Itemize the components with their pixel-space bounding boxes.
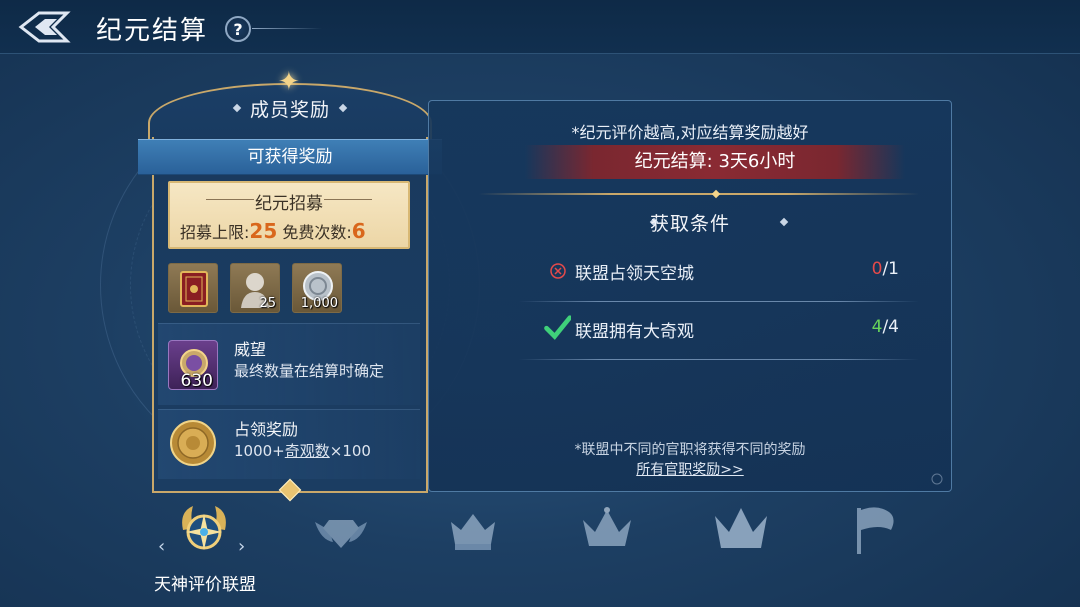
item-quantity: 1,000	[300, 296, 338, 311]
tier-small-crown[interactable]	[428, 500, 518, 580]
condition-label: 联盟占领天空城	[575, 264, 694, 284]
occupation-title: 占领奖励	[234, 420, 299, 439]
small-crown-icon	[451, 514, 495, 550]
flag-icon	[857, 507, 894, 554]
large-crown-icon	[715, 508, 767, 548]
recruit-title: 纪元招募	[255, 194, 323, 214]
condition-current: 4	[871, 317, 883, 337]
star-icon: ✦	[278, 67, 300, 97]
all-office-rewards-link[interactable]: 所有官职奖励>>	[429, 459, 951, 479]
recruit-info: 招募上限:25 免费次数:6	[180, 219, 366, 243]
condition-current: 0	[871, 259, 883, 279]
bust-statue-icon[interactable]: 25	[230, 263, 280, 313]
winged-diamond-icon	[315, 520, 367, 548]
condition-label: 联盟拥有大奇观	[575, 322, 694, 342]
member-reward-title: 成员奖励	[249, 99, 330, 121]
timer-value: 3天6小时	[718, 151, 796, 172]
fail-x-icon	[550, 263, 566, 279]
wonder-count-link[interactable]: 奇观数	[285, 442, 330, 460]
settlement-timer: 纪元结算: 3天6小时	[525, 145, 905, 179]
tier-winged-diamond[interactable]	[296, 500, 386, 580]
member-reward-card: ✦ 成员奖励 可获得奖励 纪元招募 招募上限:25 免费次数:6 25 1,00…	[138, 67, 442, 502]
red-book-graphic	[180, 271, 208, 307]
help-icon[interactable]: ?	[225, 16, 251, 42]
occupation-row: 占领奖励 1000+奇观数×100	[158, 409, 420, 479]
reward-items: 25 1,000	[168, 263, 342, 313]
prestige-row: 630 威望 最终数量在结算时确定	[158, 323, 420, 405]
selected-tier-label: 天神评价联盟	[154, 575, 256, 595]
red-book-icon[interactable]	[168, 263, 218, 313]
rating-notice: *纪元评价越高,对应结算奖励越好	[571, 123, 809, 142]
condition-row: 联盟拥有大奇观 4/4	[539, 309, 899, 349]
settlement-panel: *纪元评价越高,对应结算奖励越好 纪元结算: 3天6小时 获取条件 联盟占领天空…	[428, 100, 952, 492]
gold-coin-graphic	[170, 420, 216, 466]
office-footnote: *联盟中不同的官职将获得不同的奖励	[574, 442, 806, 458]
free-count-label: 免费次数:	[282, 223, 352, 242]
conditions-title: 获取条件	[649, 213, 730, 235]
recruit-limit-label: 招募上限:	[180, 223, 250, 242]
help-divider	[252, 28, 322, 29]
condition-total: /1	[882, 259, 899, 279]
row-divider	[519, 301, 919, 302]
recruit-limit-value: 25	[249, 219, 278, 243]
free-count-value: 6	[351, 219, 366, 243]
row-divider	[519, 359, 919, 360]
silver-coin-icon[interactable]: 1,000	[292, 263, 342, 313]
back-button[interactable]	[14, 8, 76, 46]
medium-crown-icon	[583, 507, 631, 546]
occupation-multiplier: ×100	[329, 442, 371, 460]
available-rewards-ribbon: 可获得奖励	[138, 139, 442, 175]
item-quantity: 25	[259, 296, 276, 311]
condition-progress: 0/1	[872, 259, 899, 279]
divider	[324, 199, 372, 200]
occupation-base: 1000+	[234, 442, 285, 460]
page-title: 纪元结算	[96, 16, 209, 46]
occupation-desc: 1000+奇观数×100	[234, 440, 371, 461]
diamond-dot-icon	[711, 189, 721, 199]
condition-total: /4	[882, 317, 899, 337]
purple-medal-icon[interactable]: 630	[168, 340, 218, 391]
prestige-quantity: 630	[180, 371, 213, 391]
check-mark-icon	[544, 315, 571, 340]
tier-compass-emblem[interactable]	[158, 500, 248, 580]
compass-emblem-icon	[182, 506, 226, 550]
prestige-desc: 最终数量在结算时确定	[234, 362, 385, 380]
gold-coin-icon[interactable]	[168, 418, 218, 468]
tier-next-arrow[interactable]: ›	[238, 536, 245, 557]
corner-deco-icon	[931, 473, 943, 485]
tier-medium-crown[interactable]	[562, 500, 652, 580]
tier-large-crown[interactable]	[696, 500, 786, 580]
condition-row: 联盟占领天空城 0/1	[539, 251, 899, 291]
timer-label: 纪元结算:	[634, 151, 713, 172]
gold-divider	[479, 193, 919, 195]
prestige-title: 威望	[234, 340, 267, 359]
back-arrow-icon	[18, 11, 71, 43]
era-recruit-box: 纪元招募 招募上限:25 免费次数:6	[168, 181, 410, 249]
tier-flag[interactable]	[830, 500, 920, 580]
top-bar: 纪元结算 ?	[0, 0, 1080, 54]
condition-progress: 4/4	[872, 317, 899, 337]
